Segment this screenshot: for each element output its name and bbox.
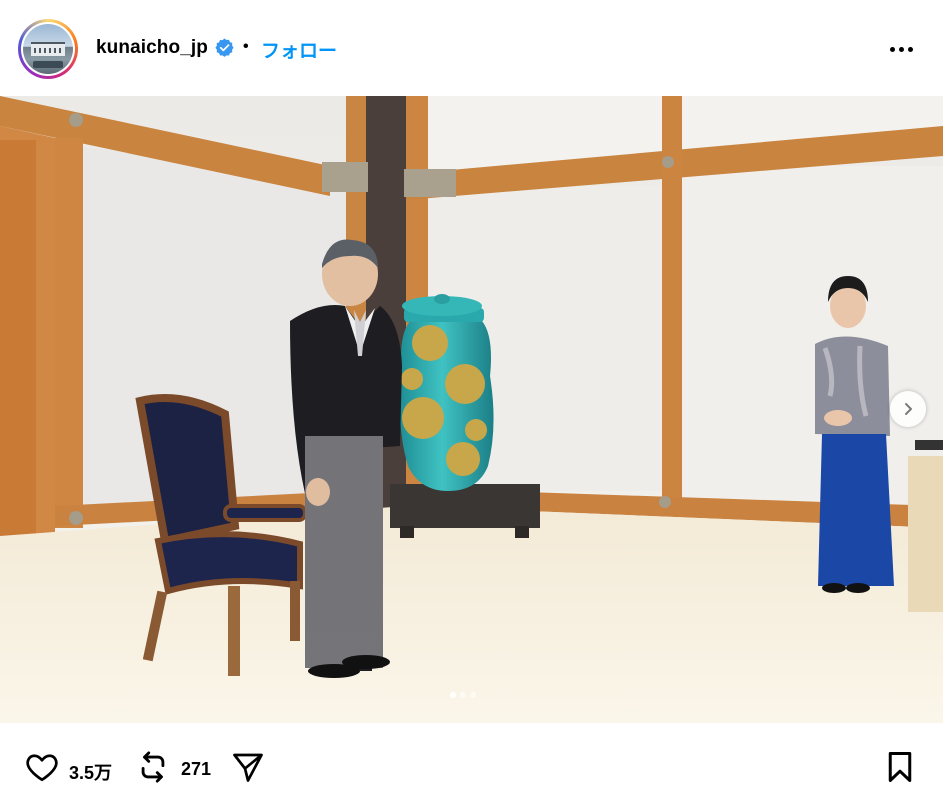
carousel-dot — [450, 692, 456, 698]
send-icon[interactable] — [230, 749, 266, 785]
repost-count[interactable]: 271 — [181, 759, 211, 780]
heart-icon[interactable] — [24, 749, 60, 785]
chevron-right-icon — [905, 403, 912, 415]
username-link[interactable]: kunaicho_jp — [96, 37, 208, 59]
post-photo[interactable] — [0, 96, 943, 723]
avatar[interactable] — [18, 19, 78, 79]
follow-button[interactable]: フォロー — [261, 36, 337, 63]
post-header: kunaicho_jp • フォロー — [0, 0, 943, 96]
photo-scene — [0, 96, 943, 723]
carousel-indicator — [450, 692, 476, 698]
bookmark-icon[interactable] — [882, 749, 918, 785]
more-options-icon[interactable] — [888, 39, 914, 59]
next-slide-button[interactable] — [890, 391, 926, 427]
like-count[interactable]: 3.5万 — [69, 759, 112, 785]
verified-badge-icon — [215, 38, 234, 57]
repost-icon[interactable] — [136, 749, 170, 785]
carousel-dot — [470, 692, 476, 698]
carousel-dot — [460, 692, 466, 698]
avatar-image — [23, 24, 73, 74]
avatar-logo-text — [33, 61, 63, 68]
header-separator: • — [243, 38, 249, 55]
